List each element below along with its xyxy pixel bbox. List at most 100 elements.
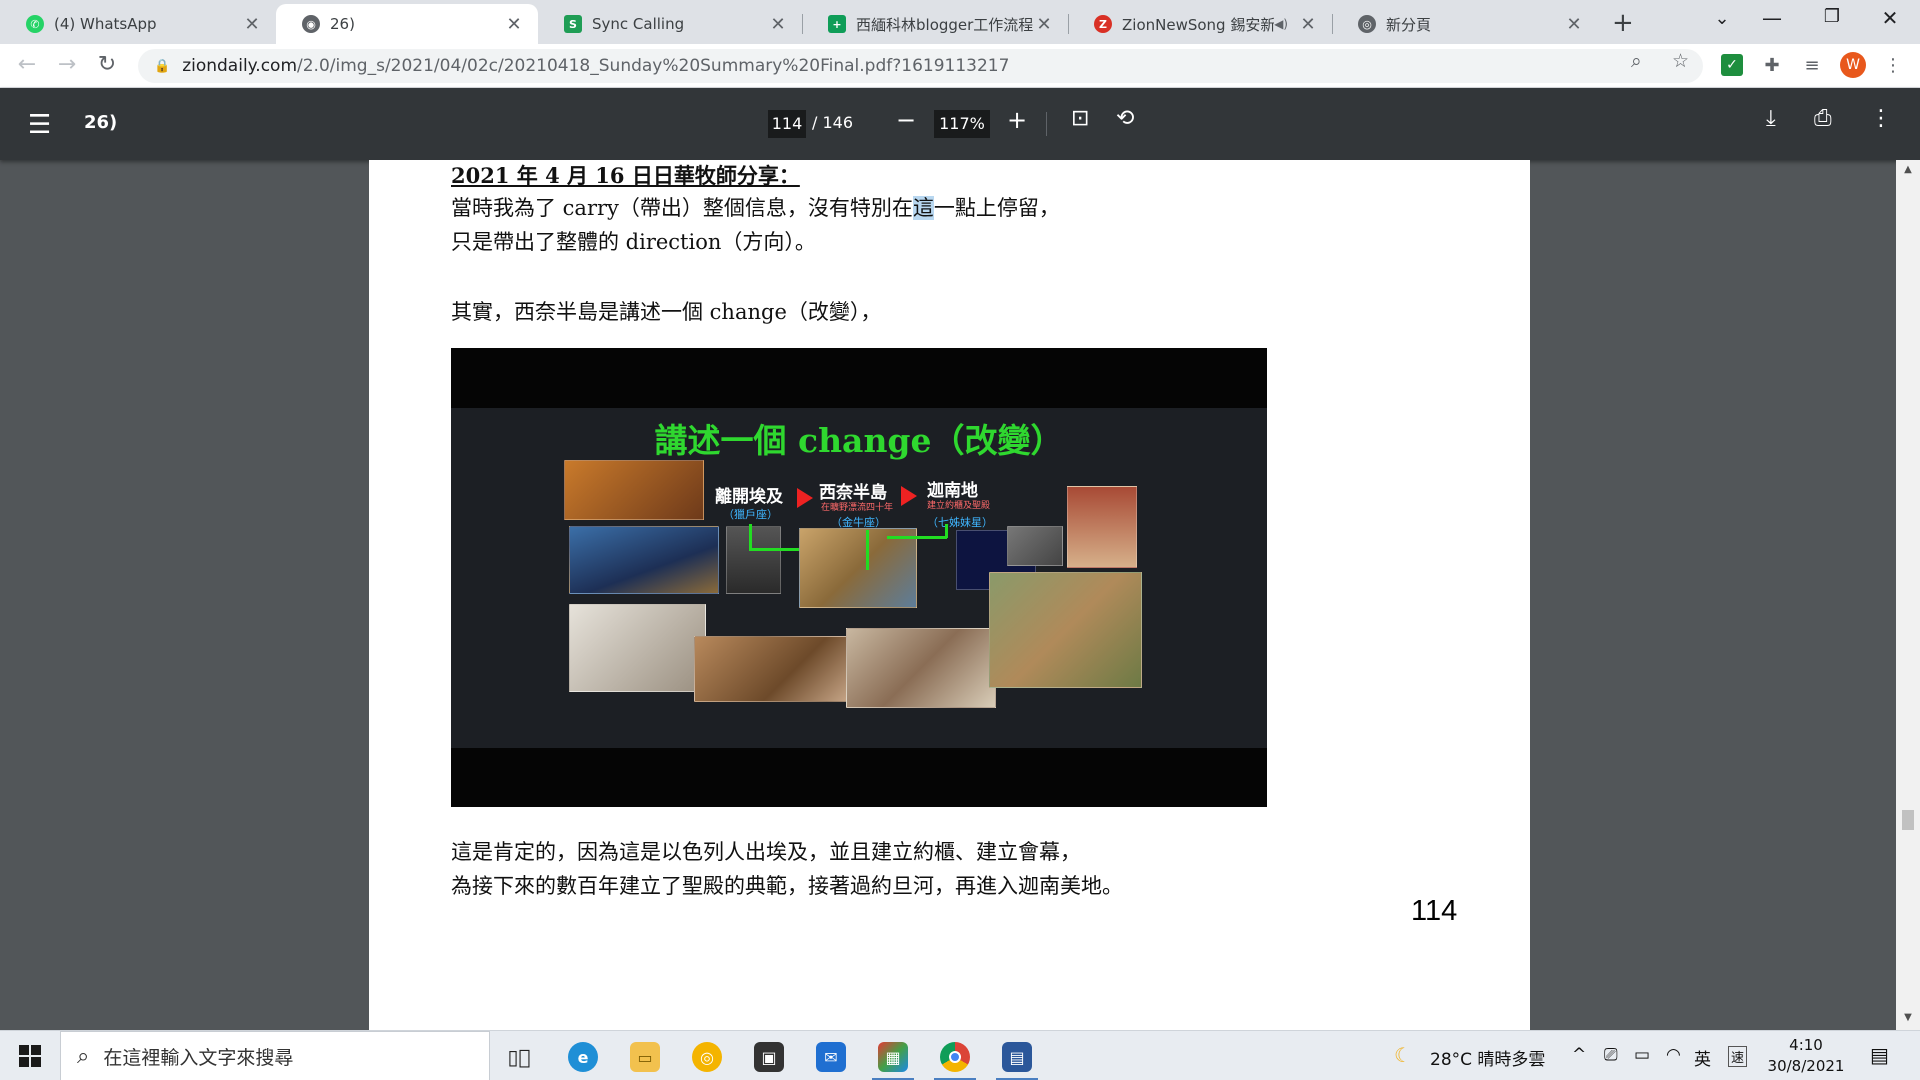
tab-title: 西緬科林blogger工作流程 bbox=[856, 15, 1034, 34]
paragraph-line: 當時我為了 carry（帶出）整個信息，沒有特別在這一點上停留， bbox=[451, 196, 1060, 220]
clock-time: 4:10 bbox=[1789, 1036, 1823, 1054]
start-button[interactable] bbox=[0, 1031, 60, 1080]
paragraph-line: 其實，西奈半島是講述一個 change（改變）， bbox=[451, 300, 882, 324]
search-icon: ⌕ bbox=[77, 1043, 90, 1069]
close-icon[interactable]: ✕ bbox=[1564, 14, 1584, 35]
taskbar-store[interactable]: ▣ bbox=[744, 1037, 794, 1077]
taskbar-file-explorer[interactable]: ▭ bbox=[620, 1037, 670, 1077]
tab-pdf[interactable]: ◉ 26) ✕ bbox=[276, 4, 538, 44]
close-icon[interactable]: ✕ bbox=[1034, 14, 1054, 35]
rotate-icon[interactable]: ⟲ bbox=[1116, 106, 1134, 131]
address-bar[interactable]: 🔒 ziondaily.com/2.0/img_s/2021/04/02c/20… bbox=[138, 49, 1703, 83]
tab-title: 26) bbox=[330, 15, 355, 33]
scroll-thumb[interactable] bbox=[1902, 810, 1914, 830]
tab-search-button[interactable]: ⌄ bbox=[1702, 8, 1742, 29]
tab-whatsapp[interactable]: ✆ (4) WhatsApp ✕ bbox=[0, 4, 276, 44]
pdf-page[interactable]: 2021 年 4 月 16 日日華牧師分享： 當時我為了 carry（帶出）整個… bbox=[369, 160, 1530, 1030]
zion-icon: Z bbox=[1094, 15, 1112, 33]
connector-line bbox=[749, 524, 752, 550]
task-view-icon: ▯⃞ bbox=[507, 1045, 531, 1069]
picture-tile bbox=[846, 628, 996, 708]
tab-title: ZionNewSong 錫安新 bbox=[1122, 15, 1275, 34]
close-icon[interactable]: ✕ bbox=[242, 14, 262, 35]
taskbar-chrome[interactable] bbox=[930, 1037, 980, 1080]
search-placeholder: 在這裡輸入文字來搜尋 bbox=[103, 1046, 294, 1069]
taskbar-edge[interactable]: e bbox=[558, 1037, 608, 1077]
tab-sheets[interactable]: + 西緬科林blogger工作流程 ✕ bbox=[802, 4, 1068, 44]
tray-chevron-icon[interactable]: ^ bbox=[1572, 1045, 1586, 1065]
pdf-toolbar: ☰ 26) 114 / 146 − 117% + ⊡ ⟲ ⤓ ⎙ ⋮ bbox=[0, 88, 1920, 160]
chrome-menu-icon[interactable]: ⋮ bbox=[1882, 54, 1904, 76]
connector-line bbox=[749, 548, 799, 551]
text-selection: 這 bbox=[912, 196, 934, 220]
print-icon[interactable]: ⎙ bbox=[1814, 106, 1832, 131]
back-button[interactable]: ← bbox=[12, 52, 42, 77]
clock-date: 30/8/2021 bbox=[1767, 1057, 1845, 1075]
fit-page-icon[interactable]: ⊡ bbox=[1071, 106, 1089, 131]
page-heading: 2021 年 4 月 16 日日華牧師分享： bbox=[451, 163, 800, 188]
zoom-icon[interactable]: ⌕ bbox=[1631, 50, 1642, 72]
chrome-canary-icon: ◎ bbox=[692, 1042, 722, 1072]
tab-sync-calling[interactable]: S Sync Calling ✕ bbox=[538, 4, 802, 44]
new-tab-button[interactable]: + bbox=[1612, 8, 1634, 38]
chrome-icon bbox=[940, 1042, 970, 1072]
page-number-input[interactable]: 114 bbox=[768, 110, 806, 138]
weather-moon-icon[interactable]: ☾ bbox=[1394, 1043, 1412, 1067]
extensions-puzzle-icon[interactable]: ✚ bbox=[1761, 54, 1783, 76]
tab-zionnewsong[interactable]: Z ZionNewSong 錫安新 ◀) ✕ bbox=[1068, 4, 1332, 44]
tab-new-tab[interactable]: ◎ 新分頁 ✕ bbox=[1332, 4, 1598, 44]
zoom-out-button[interactable]: − bbox=[896, 106, 916, 134]
profile-initial: W bbox=[1846, 57, 1860, 73]
close-icon[interactable]: ✕ bbox=[1298, 14, 1318, 35]
taskbar-photos[interactable]: ▦ bbox=[868, 1037, 918, 1080]
slide-image: 講述一個 change（改變） 離開埃及 （獵戶座） 西奈半島 在曠野漂流四十年… bbox=[451, 348, 1267, 807]
connector-line bbox=[945, 524, 948, 538]
taskbar-calculator[interactable]: ▤ bbox=[992, 1037, 1042, 1080]
more-actions-icon[interactable]: ⋮ bbox=[1870, 106, 1892, 131]
whatsapp-icon: ✆ bbox=[26, 15, 44, 33]
notification-icon[interactable]: ▤ bbox=[1870, 1043, 1889, 1067]
picture-tile bbox=[1007, 526, 1063, 566]
menu-icon[interactable]: ☰ bbox=[28, 110, 51, 140]
forward-button[interactable]: → bbox=[52, 52, 82, 77]
restore-button[interactable]: ❐ bbox=[1812, 6, 1852, 27]
taskbar-chrome-alt[interactable]: ◎ bbox=[682, 1037, 732, 1077]
reading-list-icon[interactable]: ≡ bbox=[1801, 54, 1823, 76]
profile-avatar[interactable]: W bbox=[1840, 52, 1866, 78]
speaker-icon[interactable]: ◀) bbox=[1274, 17, 1288, 31]
clock[interactable]: 4:10 30/8/2021 bbox=[1756, 1035, 1856, 1077]
extension-check-icon[interactable]: ✓ bbox=[1721, 54, 1743, 76]
stage-tag: （金牛座） bbox=[831, 516, 886, 529]
reload-button[interactable]: ↻ bbox=[92, 52, 122, 77]
sync-calling-icon: S bbox=[564, 15, 582, 33]
sheets-icon: + bbox=[828, 15, 846, 33]
zoom-input[interactable]: 117% bbox=[934, 110, 990, 138]
scroll-down-icon[interactable]: ▼ bbox=[1896, 1012, 1920, 1023]
close-icon[interactable]: ✕ bbox=[504, 14, 524, 35]
download-icon[interactable]: ⤓ bbox=[1766, 106, 1776, 131]
url-text[interactable]: ziondaily.com/2.0/img_s/2021/04/02c/2021… bbox=[182, 56, 1009, 76]
paragraph-line: 為接下來的數百年建立了聖殿的典範，接著過約旦河，再進入迦南美地。 bbox=[451, 874, 1123, 898]
taskbar-mail[interactable]: ✉ bbox=[806, 1037, 856, 1077]
vertical-scrollbar[interactable]: ▲ ▼ bbox=[1896, 160, 1920, 1030]
ime-mode[interactable]: 英 bbox=[1694, 1045, 1711, 1070]
taskbar-search[interactable]: ⌕ 在這裡輸入文字來搜尋 bbox=[60, 1031, 490, 1080]
tab-strip: ✆ (4) WhatsApp ✕ ◉ 26) ✕ S Sync Calling … bbox=[0, 0, 1920, 44]
scroll-up-icon[interactable]: ▲ bbox=[1896, 164, 1920, 175]
meet-now-icon[interactable]: ⎚ bbox=[1604, 1045, 1618, 1065]
minimize-button[interactable]: — bbox=[1752, 6, 1792, 30]
picture-tile bbox=[569, 604, 706, 692]
chrome-icon: ◎ bbox=[1358, 15, 1376, 33]
zoom-in-button[interactable]: + bbox=[1007, 106, 1027, 134]
close-icon[interactable]: ✕ bbox=[768, 14, 788, 35]
task-view-button[interactable]: ▯⃞ bbox=[494, 1037, 544, 1077]
wifi-icon[interactable]: ◠ bbox=[1666, 1045, 1681, 1065]
close-window-button[interactable]: ✕ bbox=[1870, 6, 1910, 30]
stage-subtitle: 建立約櫃及聖殿 bbox=[927, 501, 991, 511]
weather-text[interactable]: 28°C 晴時多雲 bbox=[1430, 1045, 1545, 1070]
lock-icon[interactable]: 🔒 bbox=[154, 59, 170, 74]
ime-speed-mode[interactable]: 速 bbox=[1728, 1046, 1748, 1067]
bookmark-star-icon[interactable]: ☆ bbox=[1672, 50, 1689, 72]
taskbar: ⌕ 在這裡輸入文字來搜尋 ▯⃞ e ▭ ◎ ▣ ✉ ▦ ▤ ☾ 28°C 晴時多… bbox=[0, 1030, 1920, 1080]
battery-icon[interactable]: ▭ bbox=[1634, 1045, 1650, 1065]
